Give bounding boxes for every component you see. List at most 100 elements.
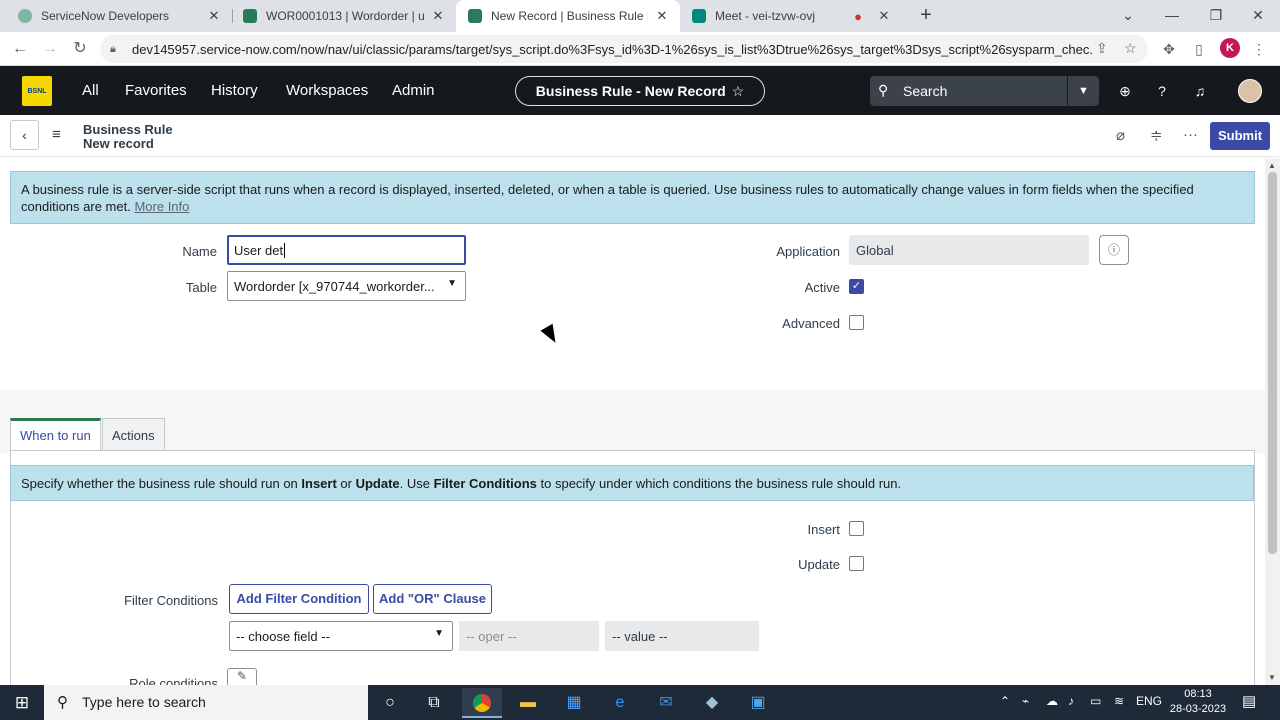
context-menu-icon[interactable]: ≡ [52, 126, 61, 143]
user-avatar[interactable] [1238, 79, 1262, 103]
recording-icon: ● [854, 8, 862, 24]
file-explorer-icon[interactable]: ▬ [508, 688, 548, 718]
info-text-bold: Insert [301, 476, 337, 491]
tab-actions[interactable]: Actions [102, 418, 165, 451]
profile-avatar[interactable]: K [1220, 38, 1240, 58]
scrollbar-thumb[interactable] [1268, 172, 1277, 554]
chrome-menu-icon[interactable]: ⋮ [1248, 38, 1270, 60]
omnibox[interactable]: 🔒︎ dev145957.service-now.com/now/nav/ui/… [100, 35, 1148, 63]
meet-favicon-icon [692, 9, 706, 23]
update-label: Update [798, 557, 840, 572]
personalize-icon[interactable]: ≑ [1150, 126, 1163, 144]
clock-time: 08:13 [1184, 688, 1212, 700]
tab-when-to-run[interactable]: When to run [10, 418, 101, 452]
menu-all[interactable]: All [82, 66, 99, 115]
business-rule-info-banner: A business rule is a server-side script … [10, 171, 1255, 224]
name-input[interactable]: User det [227, 235, 466, 265]
bookmark-star-icon[interactable]: ☆ [1124, 40, 1137, 57]
choose-field-select[interactable]: -- choose field -- ▼ [229, 621, 453, 651]
battery-icon[interactable]: ▭ [1090, 694, 1101, 708]
browser-tab-active[interactable]: New Record | Business Rule | uda ✕ [456, 0, 680, 32]
scroll-up-icon[interactable]: ▲ [1268, 161, 1276, 170]
more-info-link[interactable]: More Info [134, 199, 189, 214]
share-icon[interactable]: ⇪ [1096, 40, 1108, 57]
search-placeholder: Search [903, 83, 948, 99]
browser-tab[interactable]: WOR0001013 | Wordorder | uday ✕ [233, 0, 456, 32]
close-tab-icon[interactable]: ✕ [430, 8, 446, 24]
company-logo[interactable]: BSNL [22, 76, 52, 106]
menu-history[interactable]: History [211, 66, 258, 115]
browser-tab-strip: ServiceNow Developers ✕ WOR0001013 | Wor… [0, 0, 1280, 32]
info-text-bold: Filter Conditions [433, 476, 537, 491]
edit-pencil-icon[interactable]: ✎ [227, 668, 257, 685]
insert-checkbox[interactable] [849, 521, 864, 536]
menu-favorites[interactable]: Favorites [125, 66, 187, 115]
close-tab-icon[interactable]: ✕ [654, 8, 670, 24]
forward-arrow-icon[interactable]: → [38, 37, 62, 61]
global-search[interactable]: ⚲ Search ▼ [870, 76, 1099, 106]
cortana-icon[interactable]: ○ [370, 688, 410, 718]
network-muted-icon[interactable]: ⌁ [1022, 694, 1029, 708]
task-view-icon[interactable]: ⧉ [414, 688, 454, 718]
mail-icon[interactable]: ✉ [646, 688, 686, 718]
active-checkbox[interactable]: ✓ [849, 279, 864, 294]
notification-bell-icon[interactable]: ♫ [1190, 81, 1210, 101]
taskbar-search[interactable]: ⚲ Type here to search [44, 685, 368, 720]
name-input-value: User det [234, 243, 284, 258]
system-clock[interactable]: 08:13 28-03-2023 [1166, 687, 1230, 717]
snipping-tool-icon[interactable]: ▣ [738, 688, 778, 718]
language-indicator[interactable]: ENG [1136, 694, 1162, 708]
help-icon[interactable]: ? [1152, 81, 1172, 101]
windows-start-icon[interactable]: ⊞ [0, 685, 44, 720]
close-tab-icon[interactable]: ✕ [206, 8, 222, 24]
taskbar-search-placeholder: Type here to search [82, 694, 206, 710]
submit-button[interactable]: Submit [1210, 122, 1270, 150]
add-or-clause-button[interactable]: Add "OR" Clause [373, 584, 492, 614]
close-tab-icon[interactable]: ✕ [876, 8, 892, 24]
menu-admin[interactable]: Admin [392, 66, 435, 115]
search-scope-chevron-icon[interactable]: ▼ [1067, 76, 1099, 106]
tab-search-icon[interactable]: ⌄ [1106, 0, 1150, 32]
form-header: ‹ ≡ Business Rule New record ⌀ ≑ ··· Sub… [0, 115, 1280, 157]
globe-icon[interactable]: ⊕ [1115, 81, 1135, 101]
add-filter-condition-button[interactable]: Add Filter Condition [229, 584, 369, 614]
reload-icon[interactable]: ↻ [68, 37, 92, 61]
info-icon[interactable]: ⓘ [1099, 235, 1129, 265]
notification-center-icon[interactable]: ▤ [1242, 692, 1256, 710]
extensions-icon[interactable]: ✥ [1158, 38, 1180, 60]
attachment-icon[interactable]: ⌀ [1116, 126, 1125, 144]
store-icon[interactable]: ▦ [554, 688, 594, 718]
restore-icon[interactable]: ❐ [1194, 0, 1238, 32]
volume-icon[interactable]: ♪ [1068, 694, 1074, 708]
chrome-taskbar-icon[interactable] [462, 688, 502, 718]
chevron-down-icon: ▼ [434, 628, 444, 639]
browser-tab[interactable]: Meet - vei-tzvw-ovj ● ✕ [680, 0, 902, 32]
close-window-icon[interactable]: ✕ [1236, 0, 1280, 32]
table-select[interactable]: Wordorder [x_970744_workorder... ▼ [227, 271, 466, 301]
wifi-icon[interactable]: ≋ [1114, 694, 1124, 708]
page-scrollbar[interactable]: ▲ ▼ [1265, 158, 1280, 685]
favorite-star-icon[interactable]: ☆ [732, 83, 745, 100]
scroll-down-icon[interactable]: ▼ [1268, 673, 1276, 682]
tab-title: Meet - vei-tzvw-ovj [715, 9, 816, 23]
more-options-icon[interactable]: ··· [1183, 126, 1198, 143]
cloud-icon[interactable]: ☁ [1046, 694, 1058, 708]
browser-tab[interactable]: ServiceNow Developers ✕ [0, 0, 232, 32]
edge-icon[interactable]: e [600, 688, 640, 718]
advanced-checkbox[interactable] [849, 315, 864, 330]
show-hidden-icons-icon[interactable]: ⌃ [1000, 694, 1010, 708]
application-field: Global [849, 235, 1089, 265]
url-text[interactable]: dev145957.service-now.com/now/nav/ui/cla… [132, 42, 1092, 57]
advanced-label: Advanced [782, 316, 840, 331]
menu-workspaces[interactable]: Workspaces [286, 66, 368, 115]
clock-date: 28-03-2023 [1169, 703, 1227, 715]
update-checkbox[interactable] [849, 556, 864, 571]
form-content: A business rule is a server-side script … [0, 158, 1265, 685]
new-tab-button[interactable]: + [914, 4, 938, 28]
side-panel-icon[interactable]: ▯ [1188, 38, 1210, 60]
app-icon[interactable]: ◆ [692, 688, 732, 718]
back-arrow-icon[interactable]: ← [8, 37, 32, 61]
back-button[interactable]: ‹ [10, 120, 39, 150]
minimize-icon[interactable]: — [1150, 0, 1194, 32]
context-pill[interactable]: Business Rule - New Record ☆ [515, 76, 765, 106]
